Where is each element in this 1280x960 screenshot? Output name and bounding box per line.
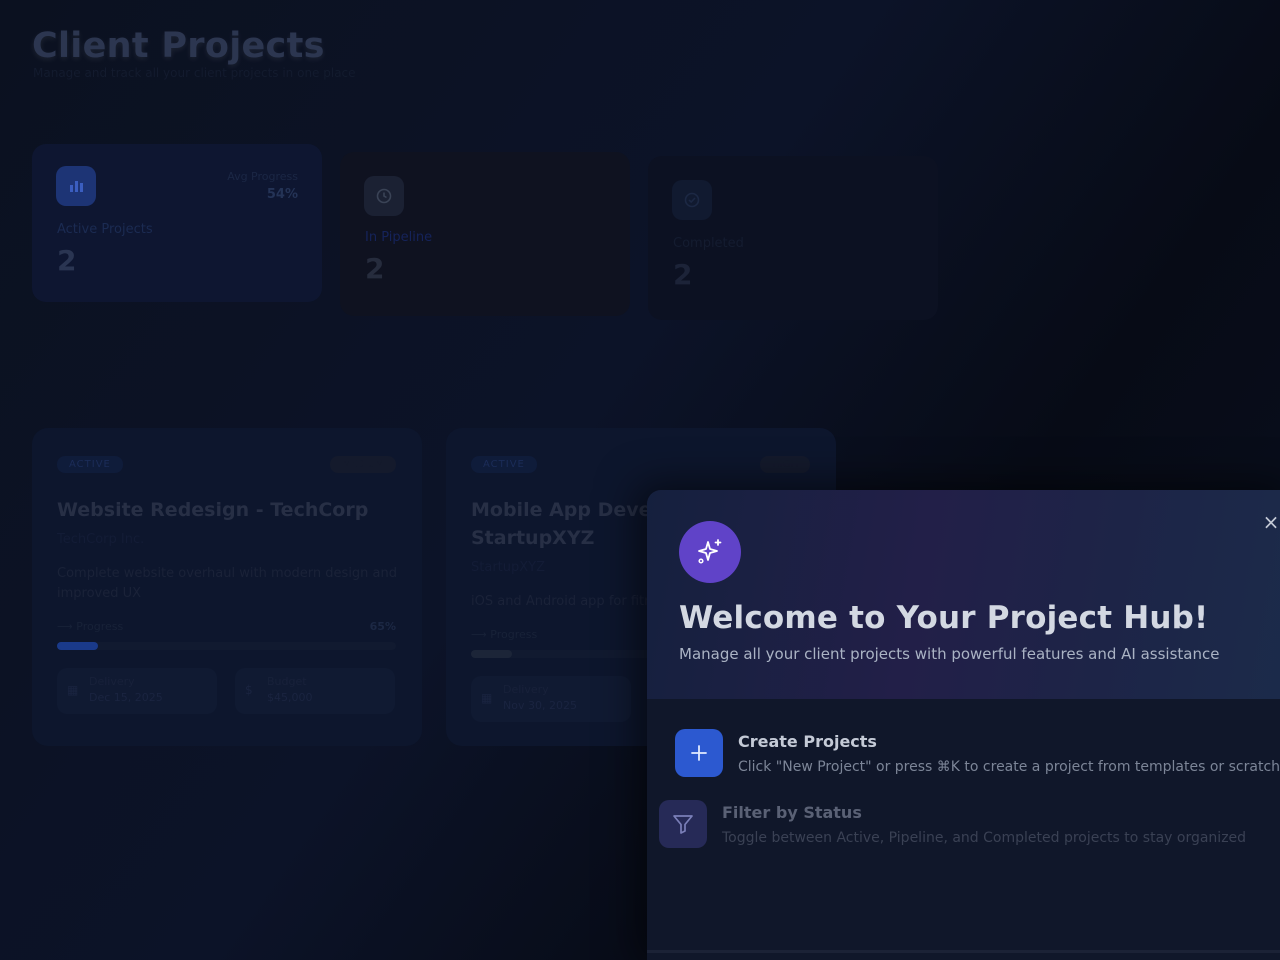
avg-progress-label: Avg Progress <box>227 170 298 183</box>
modal-title: Welcome to Your Project Hub! <box>679 600 1209 636</box>
delivery-value: Dec 15, 2025 <box>89 691 163 704</box>
trend-icon: ⟶ <box>471 628 487 641</box>
filter-icon <box>659 800 707 848</box>
delivery-label: Delivery <box>89 675 135 688</box>
status-badge: ACTIVE <box>57 456 123 473</box>
stat-value: 2 <box>365 252 385 285</box>
progress-fill <box>57 642 98 650</box>
stat-label: Completed <box>673 236 744 251</box>
calendar-icon: ▦ <box>67 683 79 697</box>
dollar-icon: $ <box>245 683 253 697</box>
project-title: Website Redesign - TechCorp <box>57 499 369 521</box>
check-circle-icon <box>672 180 712 220</box>
stat-label: In Pipeline <box>365 230 433 245</box>
budget-label: Budget <box>267 675 307 688</box>
progress-fill <box>471 650 512 658</box>
calendar-icon: ▦ <box>481 691 493 705</box>
stat-label: Active Projects <box>57 222 153 237</box>
project-client: StartupXYZ <box>471 560 546 575</box>
stat-card-active[interactable]: Avg Progress 54% Active Projects 2 <box>32 144 322 302</box>
step-filter-by-status: Filter by Status Toggle between Active, … <box>647 798 1280 854</box>
plus-icon <box>675 729 723 777</box>
close-icon[interactable]: × <box>1261 512 1280 532</box>
step-title: Filter by Status <box>722 803 862 822</box>
delivery-value: Nov 30, 2025 <box>503 699 577 712</box>
project-client: TechCorp Inc. <box>57 532 145 547</box>
budget-value: $45,000 <box>267 691 313 704</box>
budget-box: $ Budget $45,000 <box>235 668 395 714</box>
progress-bar <box>57 642 396 650</box>
modal-footer-divider <box>647 950 1280 953</box>
step-description: Toggle between Active, Pipeline, and Com… <box>722 830 1247 846</box>
priority-badge: HIGH <box>760 456 810 473</box>
project-description: Complete website overhaul with modern de… <box>57 566 398 601</box>
status-badge: ACTIVE <box>471 456 537 473</box>
step-title: Create Projects <box>738 732 877 751</box>
stat-card-completed[interactable]: Completed 2 <box>648 156 938 320</box>
trend-icon: ⟶ <box>57 620 73 633</box>
progress-label: ⟶ Progress <box>57 620 124 633</box>
delivery-box: ▦ Delivery Dec 15, 2025 <box>57 668 217 714</box>
bar-chart-icon <box>56 166 96 206</box>
delivery-box: ▦ Delivery Nov 30, 2025 <box>471 676 631 722</box>
sparkles-icon <box>679 521 741 583</box>
progress-label: ⟶ Progress <box>471 628 538 641</box>
project-card[interactable]: ACTIVE MEDIUM Website Redesign - TechCor… <box>32 428 422 746</box>
progress-value: 65% <box>369 620 396 633</box>
clock-icon <box>364 176 404 216</box>
step-description: Click "New Project" or press ⌘K to creat… <box>738 759 1280 775</box>
modal-subtitle: Manage all your client projects with pow… <box>679 645 1220 663</box>
avg-progress-value: 54% <box>266 187 298 202</box>
welcome-modal: × Welcome to Your Project Hub! Manage al… <box>647 490 1280 960</box>
modal-header: × Welcome to Your Project Hub! Manage al… <box>647 490 1280 699</box>
stat-value: 2 <box>673 258 693 291</box>
stat-value: 2 <box>57 244 77 277</box>
app-page: Client Projects Manage and track all you… <box>0 0 1280 960</box>
page-subtitle: Manage and track all your client project… <box>33 66 356 80</box>
page-title: Client Projects <box>32 26 325 66</box>
priority-badge: MEDIUM <box>330 456 396 473</box>
delivery-label: Delivery <box>503 683 549 696</box>
stat-card-pipeline[interactable]: In Pipeline 2 <box>340 152 630 316</box>
step-create-projects: Create Projects Click "New Project" or p… <box>647 727 1280 783</box>
